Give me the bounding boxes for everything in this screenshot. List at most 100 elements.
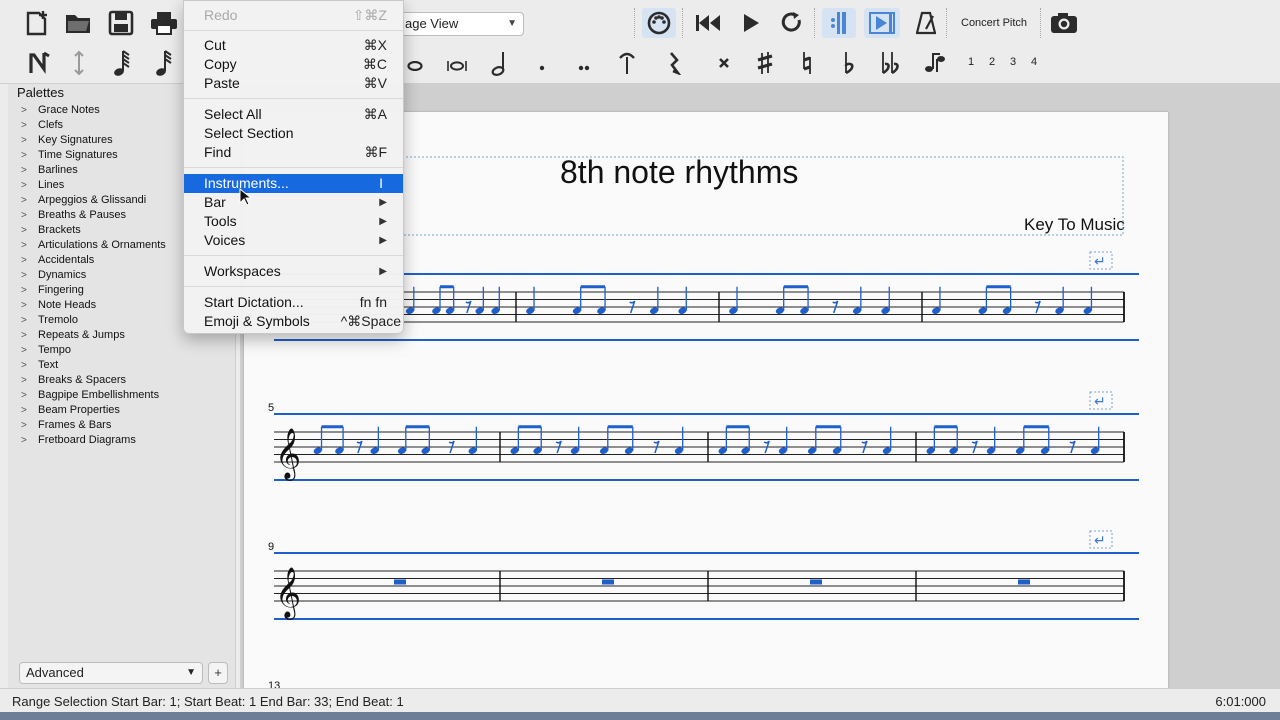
voice-4-button[interactable]: 4 [1031,56,1037,68]
menu-label: Emoji & Symbols [204,313,310,329]
menu-label: Tools [204,213,237,229]
palette-label: Repeats & Jumps [38,329,125,341]
half-note-icon[interactable] [488,48,512,78]
play-repeats-icon[interactable] [822,8,856,38]
toggle-icon[interactable] [66,48,92,78]
playback-time: 6:01:000 [1215,694,1266,709]
menu-label: Copy [204,56,237,72]
midi-input-icon[interactable] [642,8,676,38]
rest-icon[interactable] [662,48,686,78]
whole-rest-icon [1018,579,1030,585]
menu-item-select-section[interactable]: Select Section [184,124,403,143]
palette-item[interactable]: > Beam Properties [8,403,236,418]
natural-icon[interactable] [794,48,820,78]
line-break-icon: ↵ [1094,393,1106,409]
palette-label: Accidentals [38,254,95,266]
view-mode-select[interactable]: age View ▼ [396,12,524,36]
chevron-right-icon: > [21,165,27,176]
palette-label: Fretboard Diagrams [38,434,136,446]
flip-direction-icon[interactable] [920,48,950,78]
workspace-value: Advanced [26,665,84,680]
chevron-right-icon: > [21,375,27,386]
whole-note-icon[interactable] [404,56,426,76]
menu-item-workspaces[interactable]: Workspaces ▶ [184,262,403,281]
palette-item[interactable]: > Breaks & Spacers [8,373,236,388]
pan-score-icon[interactable] [864,8,900,38]
edit-menu: Redo ⇧⌘Z Cut ⌘X Copy ⌘C Paste ⌘V Select All ⌘… [183,0,404,334]
screenshot-icon[interactable] [1048,8,1080,38]
menu-item-cut[interactable]: Cut ⌘X [184,36,403,55]
menu-item-start-dictation[interactable]: Start Dictation... fn fn [184,293,403,312]
menu-item-voices[interactable]: Voices ▶ [184,231,403,250]
note-input-icon[interactable] [24,48,54,78]
chevron-right-icon: > [21,285,27,296]
print-icon[interactable] [148,8,180,38]
palette-label: Text [38,359,59,371]
open-file-icon[interactable] [63,8,93,38]
menu-separator [184,30,403,31]
augmentation-dot-icon[interactable] [532,58,552,78]
chevron-right-icon: > [21,135,27,146]
palette-item[interactable]: > Fretboard Diagrams [8,433,236,448]
double-flat-icon[interactable] [876,48,906,78]
loop-icon[interactable] [777,8,807,38]
menu-item-emoji-symbols[interactable]: Emoji & Symbols ^⌘Space [184,312,403,331]
voice-1-button[interactable]: 1 [968,56,974,68]
menu-item-select-all[interactable]: Select All ⌘A [184,105,403,124]
sixty-fourth-note-icon[interactable] [108,48,136,78]
chevron-right-icon: > [21,105,27,116]
new-score-icon[interactable] [22,8,52,38]
thirty-second-note-icon[interactable] [150,48,178,78]
menu-shortcut: ⌘X [363,37,387,53]
flat-icon[interactable] [836,48,862,78]
treble-clef-icon: 𝄞 [275,567,301,620]
menu-separator [184,98,403,99]
palette-item[interactable]: > Frames & Bars [8,418,236,433]
menu-item-copy[interactable]: Copy ⌘C [184,55,403,74]
rewind-icon[interactable] [692,8,724,38]
menu-item-tools[interactable]: Tools ▶ [184,212,403,231]
workspace-select[interactable]: Advanced ▼ [19,662,203,684]
add-workspace-button[interactable]: + [208,662,228,684]
sharp-icon[interactable] [752,48,778,78]
dock [0,712,1280,720]
menu-label: Cut [204,37,226,53]
chevron-right-icon: > [21,120,27,131]
menu-item-paste[interactable]: Paste ⌘V [184,74,403,93]
palette-item[interactable]: > Tempo [8,343,236,358]
chevron-down-icon: ▼ [186,667,196,678]
play-icon[interactable] [736,8,766,38]
palette-label: Note Heads [38,299,97,311]
palette-label: Grace Notes [38,104,100,116]
metronome-icon[interactable] [912,8,940,38]
menu-separator [184,167,403,168]
concert-pitch-toggle[interactable]: Concert Pitch [961,17,1027,29]
chevron-down-icon: ▼ [507,18,517,29]
double-sharp-icon[interactable] [712,48,736,78]
palette-label: Dynamics [38,269,87,281]
chevron-right-icon: > [21,180,27,191]
palette-item[interactable]: > Bagpipe Embellishments [8,388,236,403]
voice-2-button[interactable]: 2 [989,56,995,68]
menu-item-instruments[interactable]: Instruments... I [184,174,403,193]
double-dot-icon[interactable] [574,58,594,78]
palette-item[interactable]: > Text [8,358,236,373]
save-icon[interactable] [106,8,136,38]
whole-rest-icon [394,579,406,585]
menu-label: Voices [204,232,246,248]
palette-label: Tremolo [38,314,78,326]
chevron-right-icon: > [21,150,27,161]
menu-item-find[interactable]: Find ⌘F [184,143,403,162]
tie-icon[interactable] [614,48,640,78]
menu-separator [184,286,403,287]
chevron-right-icon: > [21,435,27,446]
voice-3-button[interactable]: 3 [1010,56,1016,68]
palette-label: Time Signatures [38,149,118,161]
chevron-right-icon: > [21,225,27,236]
menu-item-redo[interactable]: Redo ⇧⌘Z [184,6,403,25]
breve-icon[interactable] [444,56,470,76]
menu-item-bar[interactable]: Bar ▶ [184,193,403,212]
palette-label: Barlines [38,164,78,176]
menu-shortcut: ⌘C [362,56,387,72]
menu-shortcut: fn fn [359,294,387,310]
